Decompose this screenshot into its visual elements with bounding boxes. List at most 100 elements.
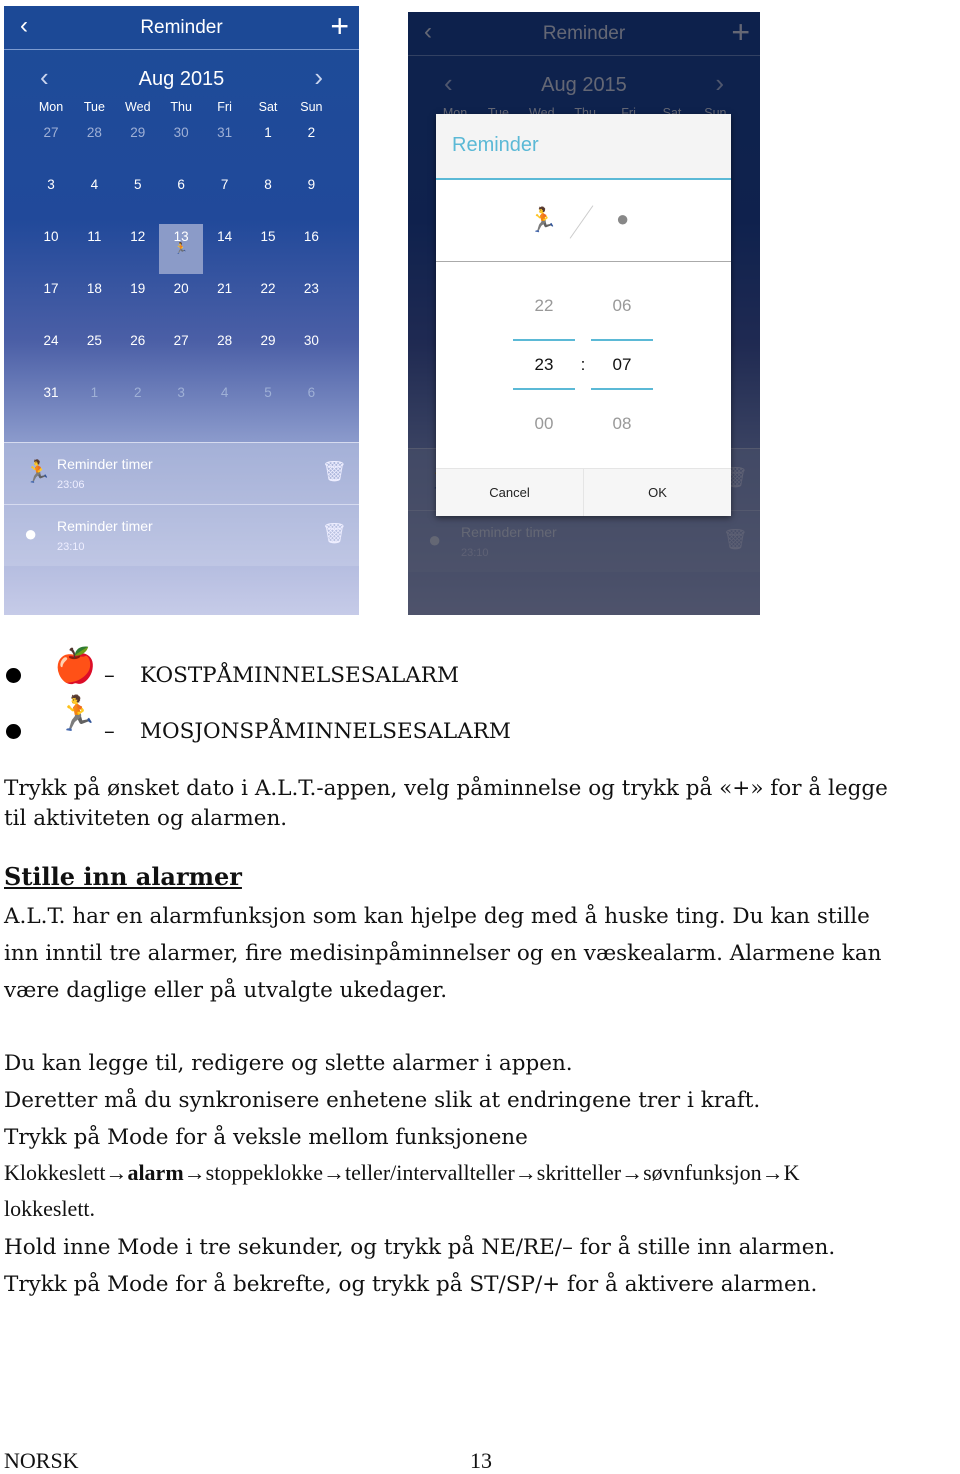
screen-title: Reminder — [140, 17, 223, 38]
day-number: 5 — [134, 177, 142, 192]
minute-option[interactable]: 08 — [591, 414, 653, 434]
dialog-buttons: Cancel OK — [436, 468, 731, 516]
calendar-day[interactable]: 16 — [289, 224, 333, 274]
add-icon[interactable]: + — [330, 8, 349, 45]
divider — [569, 205, 594, 239]
calendar-day[interactable]: 19 — [116, 276, 160, 326]
calendar-day[interactable]: 9 — [289, 172, 333, 222]
calendar-day[interactable]: 28 — [72, 120, 116, 170]
diet-alarm-label: KOSTPÅMINNELSESALARM — [140, 663, 459, 688]
calendar-day[interactable]: 29 — [246, 328, 290, 378]
calendar-day[interactable]: 30 — [159, 120, 203, 170]
calendar-day[interactable]: 25 — [72, 328, 116, 378]
trash-icon[interactable]: 🗑 — [322, 521, 347, 546]
calendar-day[interactable]: 10 — [29, 224, 73, 274]
runner-icon: 🏃 — [24, 459, 52, 484]
day-number: 24 — [43, 333, 59, 348]
calendar-day[interactable]: 29 — [116, 120, 160, 170]
calendar-day[interactable]: 13🏃 — [159, 224, 204, 274]
day-number: 22 — [260, 281, 276, 296]
picker-line — [591, 388, 653, 390]
calendar-day[interactable]: 17 — [29, 276, 73, 326]
calendar-day[interactable]: 5 — [116, 172, 160, 222]
day-number: 29 — [260, 333, 276, 348]
calendar-day[interactable]: 18 — [72, 276, 116, 326]
calendar-day[interactable]: 15 — [246, 224, 290, 274]
calendar-day[interactable]: 8 — [246, 172, 290, 222]
apple-icon: ● — [24, 521, 38, 546]
calendar-day[interactable]: 27 — [159, 328, 203, 378]
text-line: Hold inne Mode i tre sekunder, og trykk … — [4, 1235, 836, 1260]
calendar-day[interactable]: 4 — [203, 380, 247, 430]
hour-option[interactable]: 00 — [513, 414, 575, 434]
exercise-alarm-label: MOSJONSPÅMINNELSESALARM — [140, 719, 511, 744]
reminder-label: Reminder timer — [57, 456, 153, 472]
dash: – — [104, 663, 115, 688]
day-number: 4 — [90, 177, 99, 192]
weekday-label: Fri — [217, 100, 232, 114]
calendar-day[interactable]: 14 — [203, 224, 247, 274]
page-number: 13 — [470, 1448, 492, 1473]
reminder-label: Reminder timer — [57, 518, 153, 534]
reminder-item[interactable]: 🏃 Reminder timer 23:06 🗑 — [4, 442, 359, 504]
bullet — [6, 668, 21, 683]
calendar-day[interactable]: 1 — [72, 380, 116, 430]
dash: – — [104, 719, 115, 744]
calendar-day[interactable]: 31 — [29, 380, 73, 430]
calendar-day[interactable]: 22 — [246, 276, 290, 326]
text-line: være daglige eller på utvalgte ukedager. — [4, 978, 448, 1003]
weekday-label: Sat — [258, 100, 278, 114]
calendar-day[interactable]: 21 — [203, 276, 247, 326]
day-number: 20 — [173, 281, 189, 296]
calendar-day[interactable]: 5 — [246, 380, 290, 430]
reminder-dialog: Reminder 🏃 ● 22 06 23 07 00 08: Cancel OK — [436, 114, 731, 516]
day-number: 31 — [43, 385, 59, 400]
cancel-button[interactable]: Cancel — [436, 469, 584, 516]
calendar-day[interactable]: 12 — [116, 224, 160, 274]
ok-button[interactable]: OK — [584, 469, 731, 516]
calendar-day[interactable]: 1 — [246, 120, 290, 170]
text-line: Trykk på Mode for å veksle mellom funksj… — [4, 1125, 528, 1150]
reminder-item[interactable]: ● Reminder timer 23:10 🗑 — [4, 504, 359, 566]
calendar-day[interactable]: 3 — [159, 380, 203, 430]
calendar-day[interactable]: 7 — [203, 172, 247, 222]
day-number: 26 — [130, 333, 146, 348]
calendar-day[interactable]: 30 — [289, 328, 333, 378]
day-number: 19 — [130, 281, 146, 296]
calendar-day[interactable]: 11 — [72, 224, 116, 274]
day-number: 30 — [173, 125, 189, 140]
calendar-day[interactable]: 20 — [159, 276, 203, 326]
day-number: 18 — [86, 281, 102, 296]
day-number: 17 — [43, 281, 59, 296]
day-number: 27 — [43, 125, 59, 140]
calendar-day[interactable]: 31 — [203, 120, 247, 170]
apple-icon[interactable]: ● — [616, 206, 629, 232]
hour-option[interactable]: 22 — [513, 296, 575, 316]
calendar-day[interactable]: 23 — [289, 276, 333, 326]
calendar-day[interactable]: 28 — [203, 328, 247, 378]
runner-icon[interactable]: 🏃 — [528, 206, 558, 235]
seq-part: →stoppeklokke→teller/intervallteller→skr… — [183, 1160, 800, 1185]
weekday-label: Mon — [38, 100, 64, 114]
weekday-label: Sun — [300, 100, 323, 114]
calendar-day[interactable]: 27 — [29, 120, 73, 170]
text-line: Du kan legge til, redigere og slette ala… — [4, 1051, 573, 1076]
weekday-label: Tue — [83, 100, 105, 114]
calendar-day[interactable]: 2 — [289, 120, 333, 170]
text-line: A.L.T. har en alarmfunksjon som kan hjel… — [4, 904, 870, 929]
apple-icon: 🍎 — [54, 646, 97, 686]
calendar-day[interactable]: 3 — [29, 172, 73, 222]
calendar-day[interactable]: 4 — [72, 172, 116, 222]
calendar-day[interactable]: 26 — [116, 328, 160, 378]
seq-alarm: alarm — [127, 1160, 184, 1185]
calendar-day[interactable]: 6 — [289, 380, 333, 430]
calendar-day[interactable]: 24 — [29, 328, 73, 378]
reminder-dialog-screen: ‹Reminder+‹›Aug 2015MonTueWedThuFriSatSu… — [408, 12, 760, 615]
trash-icon[interactable]: 🗑 — [322, 459, 347, 484]
text-line: Trykk på ønsket dato i A.L.T.-appen, vel… — [4, 776, 888, 801]
text-line: Deretter må du synkronisere enhetene sli… — [4, 1088, 761, 1113]
calendar-day[interactable]: 6 — [159, 172, 203, 222]
minute-option[interactable]: 06 — [591, 296, 653, 316]
calendar-day[interactable]: 2 — [116, 380, 160, 430]
day-number: 25 — [86, 333, 102, 348]
